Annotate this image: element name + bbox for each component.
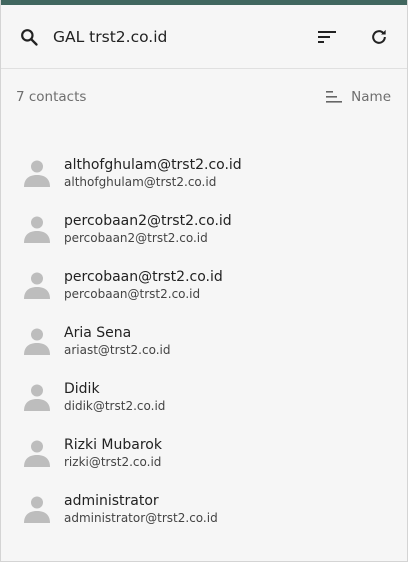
contact-text: Didik didik@trst2.co.id — [64, 381, 165, 413]
contact-row[interactable]: Aria Sena ariast@trst2.co.id — [1, 313, 407, 369]
contact-name: Rizki Mubarok — [64, 437, 162, 453]
contact-text: percobaan@trst2.co.id percobaan@trst2.co.… — [64, 269, 223, 301]
sort-icon — [318, 30, 336, 43]
avatar-icon — [21, 269, 53, 301]
contact-name: althofghulam@trst2.co.id — [64, 157, 242, 173]
contact-name: Didik — [64, 381, 100, 397]
contact-email: percobaan2@trst2.co.id — [64, 231, 208, 245]
search-button[interactable] — [15, 23, 43, 51]
sort-by-name-toggle[interactable]: Name — [325, 89, 391, 105]
sort-label: Name — [351, 89, 391, 105]
contact-text: Aria Sena ariast@trst2.co.id — [64, 325, 170, 357]
sort-button[interactable] — [313, 23, 341, 51]
refresh-button[interactable] — [365, 23, 393, 51]
contact-email: ariast@trst2.co.id — [64, 343, 171, 357]
avatar-icon — [21, 213, 53, 245]
contact-text: percobaan2@trst2.co.id percobaan2@trst2.c… — [64, 213, 232, 245]
contact-text: administrator administrator@trst2.co.id — [64, 493, 218, 525]
address-book-title: GAL trst2.co.id — [53, 27, 168, 46]
avatar-icon — [21, 493, 53, 525]
contact-row[interactable]: administrator administrator@trst2.co.id — [1, 481, 407, 537]
contact-row[interactable]: Rizki Mubarok rizki@trst2.co.id — [1, 425, 407, 481]
contact-email: rizki@trst2.co.id — [64, 455, 162, 469]
contact-text: althofghulam@trst2.co.id althofghulam@trs… — [64, 157, 242, 189]
contact-email: didik@trst2.co.id — [64, 399, 166, 413]
contact-name: percobaan2@trst2.co.id — [64, 213, 232, 229]
contact-list: althofghulam@trst2.co.id althofghulam@trs… — [1, 125, 407, 537]
refresh-icon — [372, 29, 386, 44]
list-toolbar: 7 contacts Name — [1, 69, 407, 125]
contact-name: Aria Sena — [64, 325, 132, 341]
contact-name: percobaan@trst2.co.id — [64, 269, 223, 285]
contact-email: administrator@trst2.co.id — [64, 511, 218, 525]
avatar-icon — [21, 325, 53, 357]
avatar-icon — [21, 157, 53, 189]
contact-text: Rizki Mubarok rizki@trst2.co.id — [64, 437, 162, 469]
contact-row[interactable]: Didik didik@trst2.co.id — [1, 369, 407, 425]
contact-email: percobaan@trst2.co.id — [64, 287, 201, 301]
contact-email: althofghulam@trst2.co.id — [64, 175, 217, 189]
contact-row[interactable]: percobaan2@trst2.co.id percobaan2@trst2.c… — [1, 201, 407, 257]
contact-count: 7 contacts — [16, 89, 87, 105]
contacts-panel: GAL trst2.co.id 7 contacts Name althofgh… — [0, 0, 408, 562]
contact-name: administrator — [64, 493, 159, 509]
sort-ascending-icon — [326, 91, 343, 103]
contact-row[interactable]: althofghulam@trst2.co.id althofghulam@trs… — [1, 145, 407, 201]
search-icon — [21, 28, 38, 46]
avatar-icon — [21, 381, 53, 413]
contact-row[interactable]: percobaan@trst2.co.id percobaan@trst2.co.… — [1, 257, 407, 313]
avatar-icon — [21, 437, 53, 469]
header-bar: GAL trst2.co.id — [1, 5, 407, 69]
